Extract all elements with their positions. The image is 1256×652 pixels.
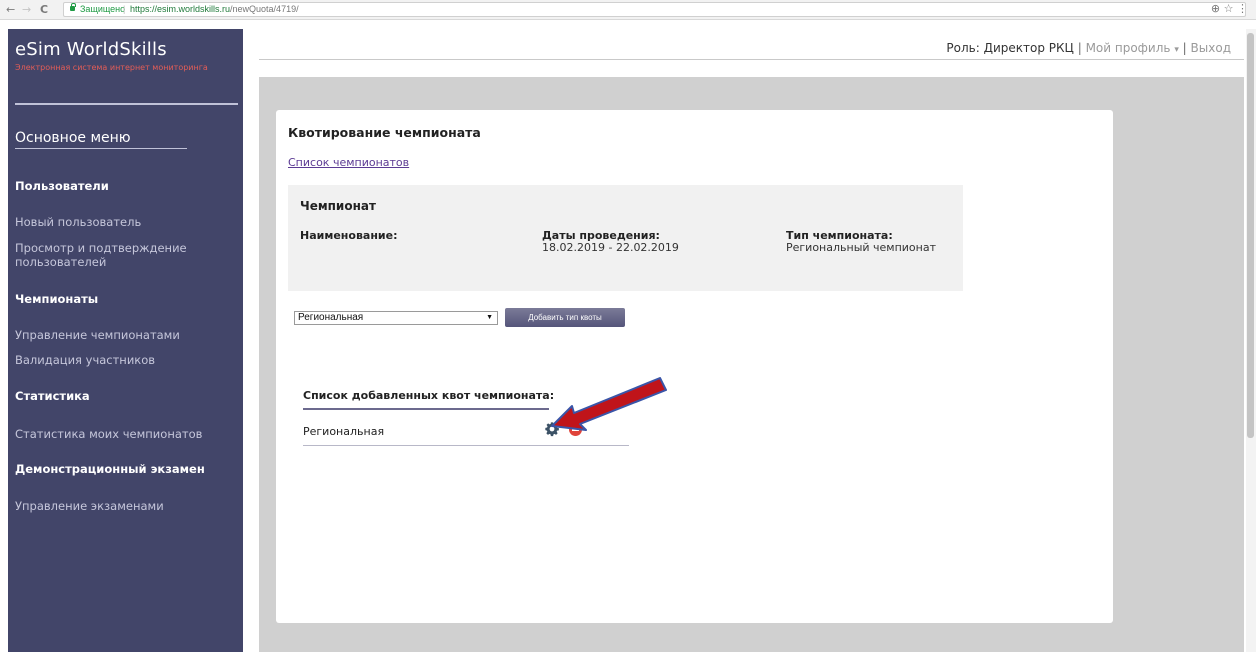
quota-list-title-underline [303,408,549,410]
address-bar[interactable]: Защищено | https://esim.worldskills.ru/n… [63,2,1246,17]
quota-row-divider [303,445,629,446]
url-path: /newQuota/4719/ [230,4,299,14]
section-users: Пользователи [15,179,109,193]
sidebar-item-exam-management[interactable]: Управление экзаменами [15,499,164,513]
separator: | [1182,41,1187,55]
browser-toolbar: ← → C Защищено | https://esim.worldskill… [0,0,1256,20]
back-button[interactable]: ← [6,3,15,16]
page-title: Квотирование чемпионата [288,125,481,140]
url-separator: | [123,4,126,14]
header-divider [259,59,1244,60]
sidebar-item-championship-management[interactable]: Управление чемпионатами [15,328,180,342]
brand-subtitle: Электронная система интернет мониторинга [15,63,208,72]
name-label: Наименование: [300,229,398,242]
sidebar-item-users-review[interactable]: Просмотр и подтверждение пользователей [15,241,215,269]
sidebar-item-participant-validation[interactable]: Валидация участников [15,353,155,367]
brand-title[interactable]: eSim WorldSkills [15,39,167,60]
forward-button[interactable]: → [22,3,31,16]
url-base: https://esim.worldskills.ru [130,4,231,14]
championship-list-link[interactable]: Список чемпионатов [288,156,409,169]
section-championships: Чемпионаты [15,292,99,306]
secure-label: Защищено [80,4,126,14]
quota-card: Квотирование чемпионата Список чемпионат… [276,110,1113,623]
logout-link[interactable]: Выход [1191,41,1231,55]
zoom-icon[interactable]: ⊕ [1211,2,1220,15]
browser-menu-icon[interactable]: ⋮ [1237,2,1248,15]
dates-value: 18.02.2019 - 22.02.2019 [542,241,679,254]
sidebar-item-my-statistics[interactable]: Статистика моих чемпионатов [15,427,202,441]
top-header: Роль: Директор РКЦ | Мой профиль ▾ | Вых… [259,29,1244,77]
championship-info-panel: Чемпионат Наименование: Даты проведения:… [288,185,963,291]
lock-icon [70,3,76,11]
quota-row-name: Региональная [303,425,385,438]
quota-list-title: Список добавленных квот чемпионата: [303,389,555,402]
sidebar-item-new-user[interactable]: Новый пользователь [15,215,141,229]
profile-link[interactable]: Мой профиль [1086,41,1171,55]
quota-type-select[interactable]: Региональная ▼ [294,311,498,325]
section-statistics: Статистика [15,389,90,403]
sidebar: eSim WorldSkills Электронная система инт… [8,29,243,652]
star-icon[interactable]: ☆ [1224,2,1234,15]
browser-actions: ⊕ ☆ ⋮ [1211,2,1248,15]
red-arrow-annotation [551,377,667,431]
brand-divider [15,103,238,105]
user-menu: Роль: Директор РКЦ | Мой профиль ▾ | Вых… [946,41,1231,55]
url-text: https://esim.worldskills.ru/newQuota/471… [130,3,299,16]
separator: | [1077,41,1082,55]
chevron-down-icon[interactable]: ▾ [1174,45,1179,55]
role-label: Роль: Директор РКЦ [946,41,1074,55]
page-scrollbar[interactable] [1246,29,1256,652]
add-quota-type-button[interactable]: Добавить тип квоты [505,308,625,327]
main-menu-divider [15,148,187,149]
scrollbar-thumb[interactable] [1247,33,1254,438]
main-menu-heading: Основное меню [15,130,131,146]
type-value: Региональный чемпионат [786,241,937,254]
panel-title: Чемпионат [300,199,376,213]
section-demo-exam: Демонстрационный экзамен [15,462,205,476]
dropdown-arrow-icon: ▼ [486,314,493,321]
reload-button[interactable]: C [40,3,48,16]
quota-type-selected: Региональная [298,312,364,323]
